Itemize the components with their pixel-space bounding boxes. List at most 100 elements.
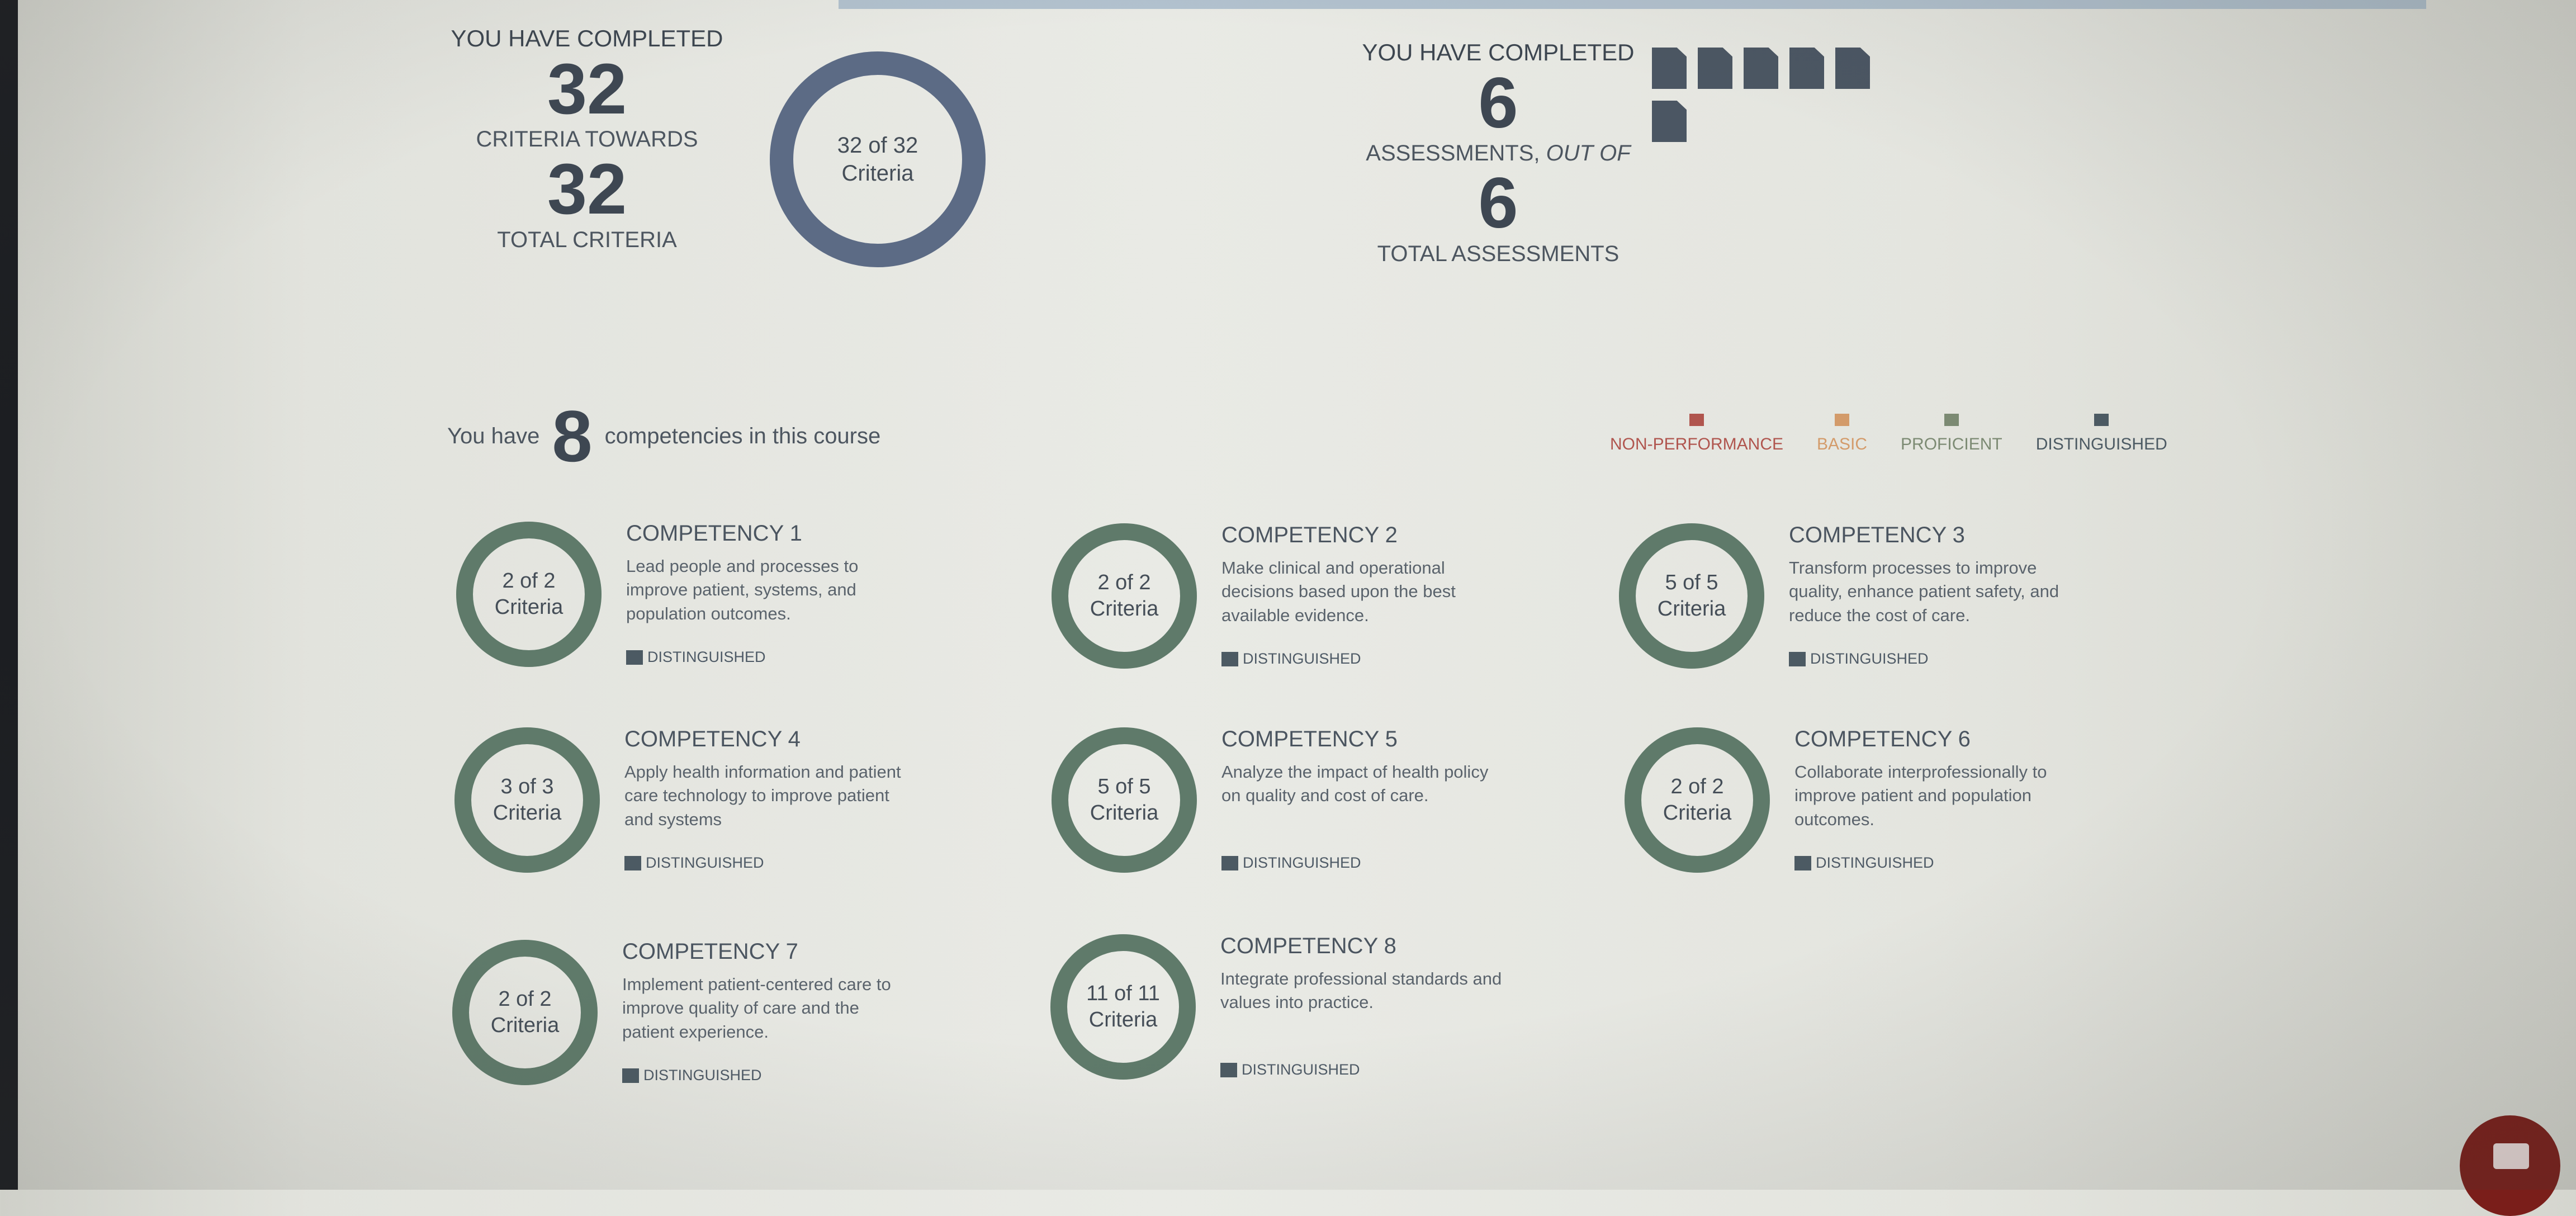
assessment-summary: YOU HAVE COMPLETED 6 ASSESSMENTS, OUT OF… (1353, 39, 1644, 267)
competency-title[interactable]: COMPETENCY 6 (1794, 727, 1971, 752)
competency-title[interactable]: COMPETENCY 7 (622, 939, 798, 964)
competency-ring: 2 of 2 Criteria (1624, 727, 1770, 873)
assessment-out-of-label: ASSESSMENTS, OUT OF (1366, 141, 1631, 166)
competency-ring: 2 of 2 Criteria (456, 521, 602, 668)
competency-status-label: DISTINGUISHED (646, 854, 764, 871)
competency-intro-suffix: competencies in this course (604, 423, 881, 448)
assessment-completed-count: 6 (1478, 63, 1518, 143)
legend-item-proficient: PROFICIENT (1901, 414, 2002, 454)
competency-ring: 5 of 5 Criteria (1051, 727, 1197, 873)
competency-description: Lead people and processes to improve pat… (626, 556, 859, 623)
legend-label: BASIC (1817, 435, 1868, 453)
competency-ring: 2 of 2 Criteria (452, 939, 598, 1086)
chat-bubble-icon (2493, 1143, 2529, 1169)
competency-ring-unit: Criteria (1663, 801, 1732, 825)
competency-title[interactable]: COMPETENCY 1 (626, 521, 802, 546)
competency-status-badge: DISTINGUISHED (622, 1067, 762, 1084)
competency-ring: 2 of 2 Criteria (1051, 523, 1197, 669)
competency-status-badge: DISTINGUISHED (1794, 854, 1934, 872)
competency-ring-count: 5 of 5 (1097, 774, 1151, 798)
document-icon[interactable] (1652, 48, 1687, 89)
legend-item-basic: BASIC (1817, 414, 1867, 454)
competency-status-label: DISTINGUISHED (1242, 1061, 1360, 1078)
status-swatch (1221, 651, 1238, 666)
competency-description: Integrate professional standards and val… (1220, 969, 1502, 1012)
overall-ring-count: 32 of 32 (837, 133, 918, 158)
legend-label: DISTINGUISHED (2035, 435, 2167, 453)
competency-ring-unit: Criteria (493, 801, 562, 825)
competency-status-label: DISTINGUISHED (1816, 854, 1934, 871)
competency-intro: You have 8 competencies in this course (447, 400, 880, 472)
competency-card[interactable]: 5 of 5 Criteria COMPETENCY 5 Analyze the… (1051, 727, 1610, 878)
legend-swatch (2094, 414, 2109, 426)
browser-top-bar (839, 0, 2426, 9)
criteria-summary: YOU HAVE COMPLETED 32 CRITERIA TOWARDS 3… (442, 25, 732, 253)
criteria-total-count: 32 (547, 149, 627, 230)
status-swatch (1794, 855, 1811, 870)
competency-ring-unit: Criteria (1090, 801, 1159, 825)
legend-swatch (1689, 414, 1704, 426)
competency-status-badge: DISTINGUISHED (1221, 650, 1361, 668)
criteria-towards-label: CRITERIA TOWARDS (476, 127, 698, 152)
competency-ring-unit: Criteria (1657, 597, 1726, 621)
competency-ring-count: 2 of 2 (502, 569, 556, 593)
competency-title[interactable]: COMPETENCY 5 (1221, 727, 1398, 752)
document-icon[interactable] (1652, 101, 1687, 142)
status-swatch (626, 650, 643, 665)
competency-description: Make clinical and operational decisions … (1221, 558, 1456, 625)
competency-title[interactable]: COMPETENCY 8 (1220, 934, 1396, 959)
competency-card[interactable]: 2 of 2 Criteria COMPETENCY 6 Collaborate… (1624, 727, 2183, 878)
criteria-heading: YOU HAVE COMPLETED (451, 25, 723, 51)
assessment-icons (1652, 48, 1887, 154)
legend-label: NON-PERFORMANCE (1610, 435, 1784, 453)
document-icon[interactable] (1744, 48, 1778, 89)
chat-button[interactable] (2460, 1115, 2560, 1216)
competency-card[interactable]: 11 of 11 Criteria COMPETENCY 8 Integrate… (1050, 934, 1609, 1085)
overall-criteria-ring: 32 of 32 Criteria (769, 50, 987, 268)
status-swatch (1221, 855, 1238, 870)
competency-status-label: DISTINGUISHED (647, 649, 766, 665)
competency-status-label: DISTINGUISHED (1810, 650, 1929, 667)
competency-count: 8 (552, 395, 593, 477)
status-swatch (622, 1068, 639, 1083)
document-icon[interactable] (1835, 48, 1870, 89)
competency-title[interactable]: COMPETENCY 2 (1221, 523, 1398, 548)
legend-item-non-performance: NON-PERFORMANCE (1610, 414, 1783, 454)
competency-card[interactable]: 5 of 5 Criteria COMPETENCY 3 Transform p… (1618, 523, 2177, 674)
competency-ring-count: 11 of 11 (1086, 981, 1160, 1005)
document-icon[interactable] (1789, 48, 1824, 89)
legend-swatch (1835, 414, 1850, 426)
competency-ring-unit: Criteria (494, 595, 564, 619)
competency-card[interactable]: 3 of 3 Criteria COMPETENCY 4 Apply healt… (454, 727, 1013, 878)
legend-swatch (1944, 414, 1959, 426)
competency-description: Transform processes to improve quality, … (1789, 558, 2059, 625)
competency-status-badge: DISTINGUISHED (1221, 854, 1361, 872)
competency-ring-count: 3 of 3 (500, 774, 554, 798)
assessment-total-count: 6 (1478, 163, 1518, 244)
competency-card[interactable]: 2 of 2 Criteria COMPETENCY 7 Implement p… (452, 939, 1011, 1090)
competency-description: Analyze the impact of health policy on q… (1221, 762, 1489, 806)
competency-status-label: DISTINGUISHED (1243, 650, 1361, 667)
competency-status-badge: DISTINGUISHED (1220, 1061, 1360, 1078)
competency-intro-prefix: You have (447, 423, 540, 448)
document-icon[interactable] (1698, 48, 1732, 89)
competency-status-label: DISTINGUISHED (643, 1067, 762, 1083)
competency-ring-count: 2 of 2 (498, 987, 552, 1011)
competency-status-label: DISTINGUISHED (1243, 854, 1361, 871)
competency-ring-unit: Criteria (1088, 1008, 1158, 1032)
competency-ring: 11 of 11 Criteria (1050, 934, 1196, 1080)
assessment-heading: YOU HAVE COMPLETED (1362, 39, 1635, 65)
competency-status-badge: DISTINGUISHED (624, 854, 764, 872)
competency-status-badge: DISTINGUISHED (1789, 650, 1929, 668)
competency-title[interactable]: COMPETENCY 4 (624, 727, 801, 752)
competency-ring-unit: Criteria (1090, 597, 1159, 621)
competency-title[interactable]: COMPETENCY 3 (1789, 523, 1965, 548)
assessment-total-label: TOTAL ASSESSMENTS (1377, 241, 1620, 266)
status-swatch (1220, 1062, 1237, 1077)
competency-card[interactable]: 2 of 2 Criteria COMPETENCY 2 Make clinic… (1051, 523, 1610, 674)
overall-ring-unit: Criteria (841, 161, 914, 186)
competency-card[interactable]: 2 of 2 Criteria COMPETENCY 1 Lead people… (456, 521, 1015, 672)
performance-legend: NON-PERFORMANCE BASIC PROFICIENT DISTING… (1610, 414, 2167, 454)
criteria-total-label: TOTAL CRITERIA (497, 227, 677, 252)
screen-edge (0, 0, 18, 1190)
